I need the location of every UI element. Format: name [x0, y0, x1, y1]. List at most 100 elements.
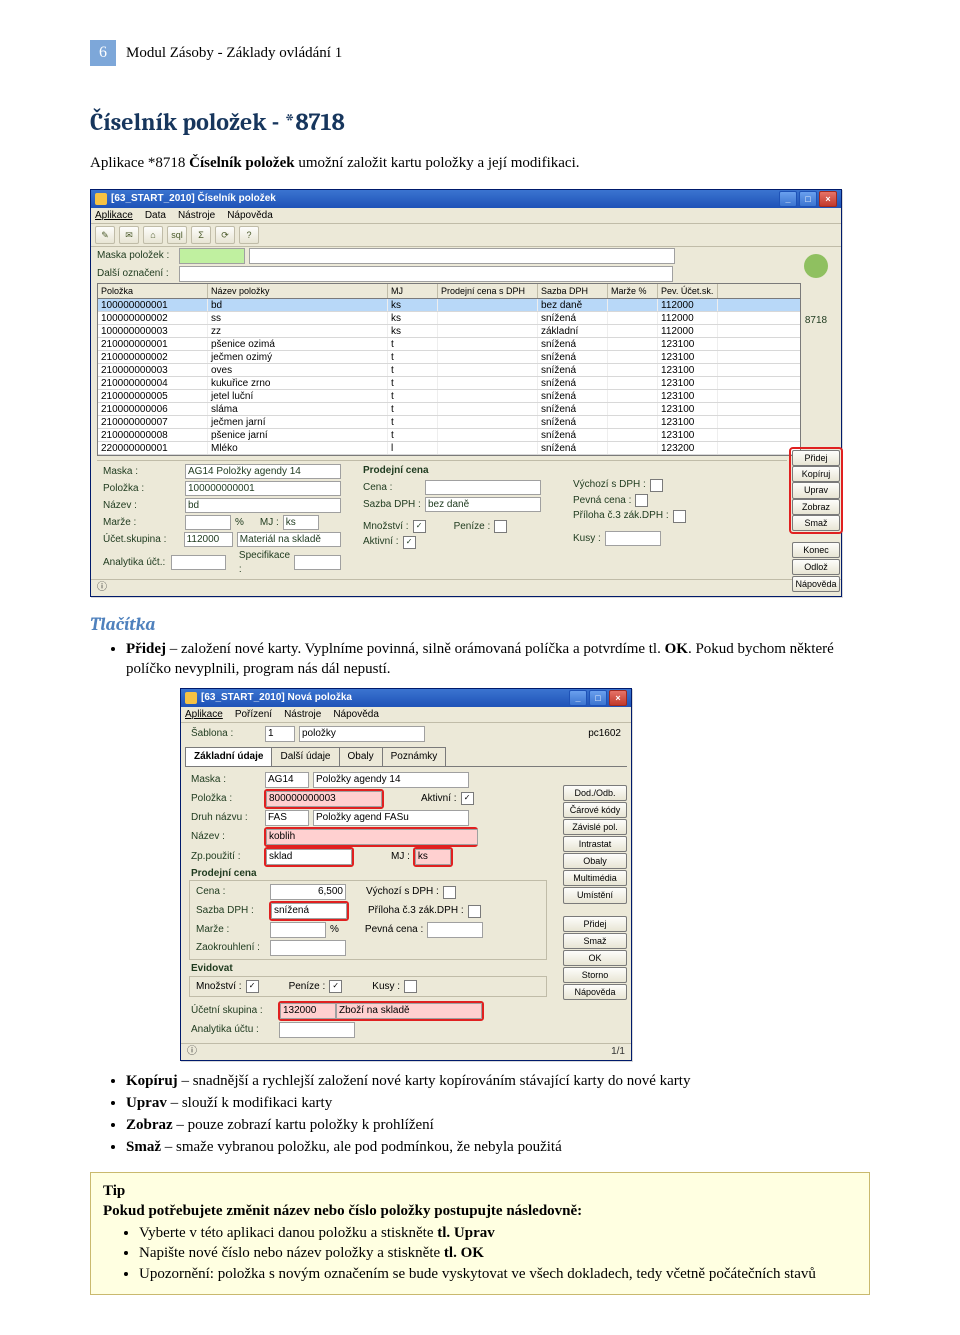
- pril-checkbox[interactable]: [673, 510, 686, 523]
- menu-item[interactable]: Nápověda: [227, 209, 273, 223]
- column-header[interactable]: Marže %: [608, 284, 658, 298]
- polozka-value[interactable]: 800000000003: [266, 791, 382, 807]
- column-header[interactable]: Sazba DPH: [538, 284, 608, 298]
- druh-value[interactable]: FAS: [265, 810, 309, 826]
- column-header[interactable]: Název položky: [208, 284, 388, 298]
- akt-checkbox[interactable]: ✓: [403, 536, 416, 549]
- přidej-button[interactable]: Přidej: [563, 916, 627, 932]
- ok-button[interactable]: OK: [563, 950, 627, 966]
- toolbar-icon[interactable]: ⟳: [215, 226, 235, 244]
- table-row[interactable]: 210000000002ječmen ozimýtsnížená123100: [98, 351, 800, 364]
- menu-item[interactable]: Pořízení: [235, 708, 272, 722]
- side-button[interactable]: Multimédia: [563, 870, 627, 886]
- table-row[interactable]: 210000000003ovestsnížená123100: [98, 364, 800, 377]
- toolbar-icon[interactable]: ✎: [95, 226, 115, 244]
- pril-label: Příloha č.3 zák.DPH :: [573, 509, 669, 523]
- druh-label: Druh názvu :: [191, 811, 261, 825]
- menu-item[interactable]: Aplikace: [95, 209, 133, 223]
- maximize-icon[interactable]: □: [799, 191, 817, 207]
- table-row[interactable]: 210000000001pšenice ozimátsnížená123100: [98, 338, 800, 351]
- uprav-button[interactable]: Uprav: [792, 482, 840, 498]
- toolbar-icon[interactable]: Σ: [191, 226, 211, 244]
- kusy-checkbox[interactable]: [404, 980, 417, 993]
- nápověda-button[interactable]: Nápověda: [563, 984, 627, 1000]
- side-button[interactable]: Čárové kódy: [563, 802, 627, 818]
- nazev-value[interactable]: koblih: [266, 829, 478, 845]
- usk-value[interactable]: 132000: [280, 1003, 336, 1019]
- kopíruj-button[interactable]: Kopíruj: [792, 466, 840, 482]
- tlacitka-list-2: Kopíruj – snadnější a rychlejší založení…: [108, 1071, 870, 1158]
- zp-value[interactable]: sklad: [266, 849, 352, 865]
- column-header[interactable]: MJ: [388, 284, 438, 298]
- tab-obaly[interactable]: Obaly: [339, 747, 383, 766]
- mj-value[interactable]: ks: [415, 849, 451, 865]
- column-header[interactable]: Pev. Účet.sk.: [658, 284, 718, 298]
- toolbar-icon[interactable]: sql: [167, 226, 187, 244]
- storno-button[interactable]: Storno: [563, 967, 627, 983]
- pen-checkbox[interactable]: ✓: [329, 980, 342, 993]
- smaž-button[interactable]: Smaž: [563, 933, 627, 949]
- minimize-icon[interactable]: _: [779, 191, 797, 207]
- items-grid[interactable]: PoložkaNázev položkyMJProdejní cena s DP…: [97, 283, 801, 456]
- menu-item[interactable]: Nástroje: [178, 209, 215, 223]
- table-row[interactable]: 100000000003zzkszákladní112000: [98, 325, 800, 338]
- sazba-value[interactable]: snížená: [271, 903, 347, 919]
- pen-checkbox[interactable]: [494, 520, 507, 533]
- konec-button[interactable]: Konec: [792, 542, 840, 558]
- menu-item[interactable]: Nástroje: [284, 708, 321, 722]
- vdph-checkbox[interactable]: [650, 479, 663, 492]
- side-button[interactable]: Intrastat: [563, 836, 627, 852]
- menu-item[interactable]: Aplikace: [185, 708, 223, 722]
- pril-checkbox[interactable]: [468, 905, 481, 918]
- vdph-checkbox[interactable]: [443, 886, 456, 899]
- marze-value[interactable]: [270, 922, 326, 938]
- table-row[interactable]: 210000000007ječmen jarnítsnížená123100: [98, 416, 800, 429]
- toolbar: ✎ ✉ ⌂ sql Σ ⟳ ?: [91, 224, 841, 247]
- tab-dalsi[interactable]: Další údaje: [271, 747, 339, 766]
- screenshot-nova-polozka-window: [63_START_2010] Nová položka _ □ × Aplik…: [180, 688, 632, 1061]
- table-row[interactable]: 220000000001Mlékolsnížená123200: [98, 442, 800, 455]
- side-button[interactable]: Obaly: [563, 853, 627, 869]
- toolbar-icon[interactable]: ✉: [119, 226, 139, 244]
- close-icon[interactable]: ×: [819, 191, 837, 207]
- toolbar-icon[interactable]: ?: [239, 226, 259, 244]
- ana-value[interactable]: [279, 1022, 355, 1038]
- side-button[interactable]: Umístění: [563, 887, 627, 903]
- tab-poznamky[interactable]: Poznámky: [382, 747, 447, 766]
- menu-item[interactable]: Nápověda: [333, 708, 379, 722]
- toolbar-icon[interactable]: ⌂: [143, 226, 163, 244]
- smaž-button[interactable]: Smaž: [792, 515, 840, 531]
- minimize-icon[interactable]: _: [569, 690, 587, 706]
- odlož-button[interactable]: Odlož: [792, 559, 840, 575]
- column-header[interactable]: Položka: [98, 284, 208, 298]
- mnoz-checkbox[interactable]: ✓: [413, 520, 426, 533]
- zaok-value[interactable]: [270, 940, 346, 956]
- pevna-value[interactable]: [427, 922, 483, 938]
- přidej-button[interactable]: Přidej: [792, 450, 840, 466]
- menubar: Aplikace Pořízení Nástroje Nápověda: [181, 707, 631, 724]
- menu-item[interactable]: Data: [145, 209, 166, 223]
- aktivni-checkbox[interactable]: ✓: [461, 792, 474, 805]
- table-row[interactable]: 210000000006slámatsnížená123100: [98, 403, 800, 416]
- table-row[interactable]: 100000000001bdksbez daně112000: [98, 299, 800, 312]
- close-icon[interactable]: ×: [609, 690, 627, 706]
- cena-value[interactable]: 6,500: [270, 884, 346, 900]
- table-row[interactable]: 100000000002sskssnížená112000: [98, 312, 800, 325]
- nápověda-button[interactable]: Nápověda: [792, 576, 840, 592]
- mask-field[interactable]: [179, 248, 245, 264]
- mnoz-checkbox[interactable]: ✓: [246, 980, 259, 993]
- zobraz-button[interactable]: Zobraz: [792, 499, 840, 515]
- side-button[interactable]: Závislé pol.: [563, 819, 627, 835]
- maximize-icon[interactable]: □: [589, 690, 607, 706]
- maska-value[interactable]: AG14: [265, 772, 309, 788]
- tab-zakladni[interactable]: Základní údaje: [185, 747, 272, 766]
- table-row[interactable]: 210000000008pšenice jarnítsnížená123100: [98, 429, 800, 442]
- sablona-value[interactable]: 1: [265, 726, 295, 742]
- mask-desc-field[interactable]: [249, 248, 675, 264]
- table-row[interactable]: 210000000005jetel lučnítsnížená123100: [98, 390, 800, 403]
- pevna-checkbox[interactable]: [635, 494, 648, 507]
- column-header[interactable]: Prodejní cena s DPH: [438, 284, 538, 298]
- side-button[interactable]: Dod./Odb.: [563, 785, 627, 801]
- other-field[interactable]: [179, 266, 673, 282]
- table-row[interactable]: 210000000004kukuřice zrnotsnížená123100: [98, 377, 800, 390]
